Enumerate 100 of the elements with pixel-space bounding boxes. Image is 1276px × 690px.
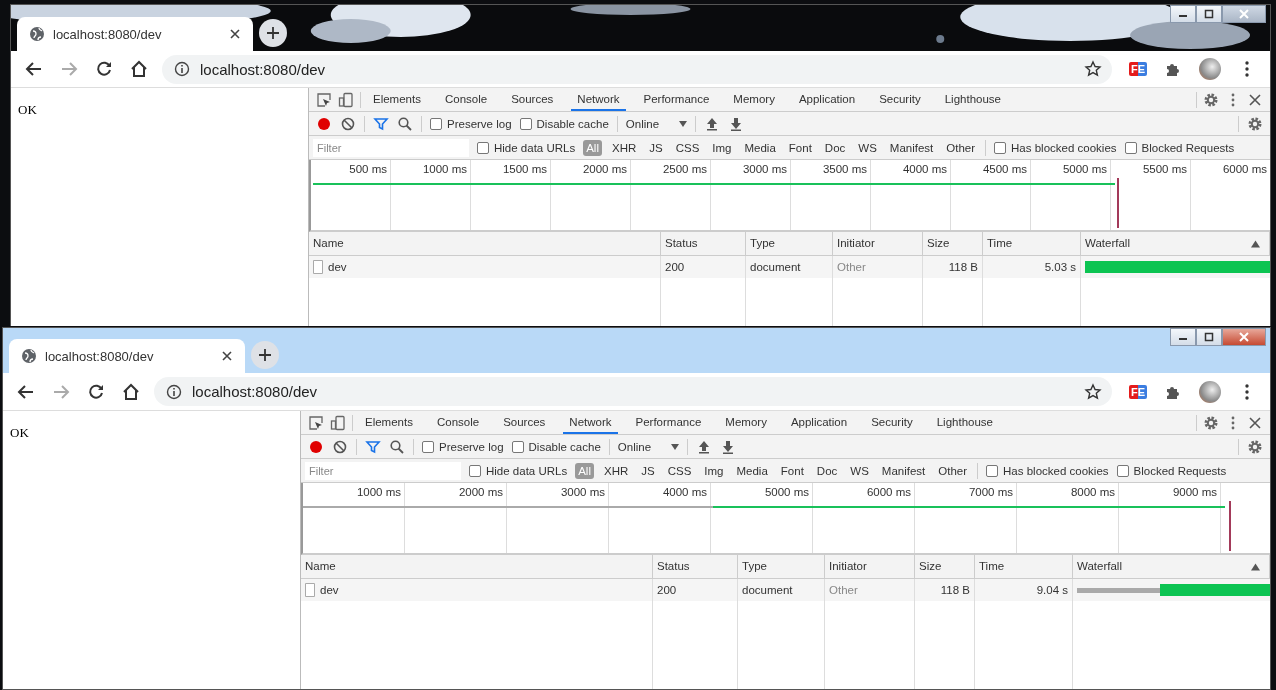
close-icon[interactable]	[229, 28, 241, 40]
star-icon[interactable]	[1083, 60, 1102, 78]
checkbox[interactable]	[477, 141, 489, 154]
close-icon[interactable]	[221, 350, 233, 362]
maximize-button[interactable]	[1196, 328, 1222, 346]
device-toolbar-icon[interactable]	[330, 414, 346, 431]
devtools-tab[interactable]: Elements	[367, 88, 427, 111]
settings-icon[interactable]	[1203, 91, 1219, 108]
devtools-tab[interactable]: Sources	[505, 88, 560, 111]
devtools-tab[interactable]: Memory	[727, 88, 781, 111]
resource-type-filter[interactable]: Doc	[821, 139, 849, 156]
close-window-button[interactable]	[1222, 328, 1266, 346]
column-header[interactable]: Type	[746, 232, 833, 255]
inspect-element-icon[interactable]	[308, 414, 324, 431]
column-header[interactable]: Status	[661, 232, 746, 255]
column-header[interactable]: Time	[983, 232, 1081, 255]
device-toolbar-icon[interactable]	[338, 91, 354, 108]
search-icon[interactable]	[389, 438, 405, 455]
resource-type-filter[interactable]: Manifest	[886, 139, 937, 156]
column-header[interactable]: Size	[923, 232, 983, 255]
resource-type-filter[interactable]: Media	[741, 139, 779, 156]
close-icon[interactable]	[1247, 414, 1263, 431]
close-icon[interactable]	[1247, 91, 1263, 108]
reload-icon[interactable]	[87, 382, 105, 401]
resource-type-filter[interactable]: Font	[785, 139, 815, 156]
filter-field[interactable]: Filter	[313, 138, 469, 157]
address-bar[interactable]: localhost:8080/dev	[154, 377, 1112, 406]
checkbox[interactable]	[469, 464, 481, 477]
filter-field[interactable]: Filter	[305, 461, 461, 480]
throttling-dropdown[interactable]: Online	[617, 440, 680, 453]
devtools-tab[interactable]: Memory	[719, 411, 773, 434]
checkbox[interactable]	[519, 117, 532, 130]
info-icon[interactable]	[166, 383, 182, 400]
star-icon[interactable]	[1083, 382, 1102, 401]
resource-type-filter[interactable]: Manifest	[878, 462, 929, 479]
throttling-dropdown[interactable]: Online	[625, 117, 688, 130]
resource-type-filter[interactable]: WS	[847, 462, 872, 479]
checkbox[interactable]	[986, 464, 999, 477]
home-icon[interactable]	[130, 60, 148, 78]
filter-icon[interactable]	[365, 438, 381, 455]
column-header[interactable]: Time	[975, 555, 1073, 578]
resource-type-filter[interactable]: Img	[701, 462, 727, 479]
clear-icon[interactable]	[332, 438, 348, 455]
extension-badge[interactable]: FE	[1128, 384, 1147, 399]
record-icon[interactable]	[308, 438, 324, 455]
record-icon[interactable]	[316, 115, 332, 132]
request-name[interactable]: dev	[320, 579, 339, 601]
back-arrow-icon[interactable]	[25, 60, 43, 78]
settings-icon[interactable]	[1247, 438, 1263, 455]
checkbox[interactable]	[1124, 141, 1137, 154]
browser-tab[interactable]: localhost:8080/dev	[17, 17, 253, 51]
browser-tab[interactable]: localhost:8080/dev	[9, 339, 245, 373]
devtools-tab[interactable]: Sources	[497, 411, 552, 434]
filter-icon[interactable]	[373, 115, 389, 132]
resource-type-filter[interactable]: XHR	[608, 139, 640, 156]
resource-type-filter[interactable]: CSS	[664, 462, 695, 479]
devtools-tab[interactable]: Performance	[629, 411, 708, 434]
sort-ascending-icon[interactable]	[1251, 240, 1260, 248]
resource-type-filter[interactable]: WS	[855, 139, 880, 156]
column-header[interactable]: Size	[915, 555, 975, 578]
devtools-tab[interactable]: Lighthouse	[930, 411, 999, 434]
new-tab-button[interactable]	[251, 341, 279, 369]
settings-icon[interactable]	[1203, 414, 1219, 431]
column-header[interactable]: Type	[738, 555, 825, 578]
reload-icon[interactable]	[95, 60, 113, 78]
column-header[interactable]: Initiator	[825, 555, 915, 578]
devtools-tab[interactable]: Application	[792, 88, 862, 111]
devtools-tab[interactable]: Application	[784, 411, 854, 434]
devtools-tab[interactable]: Lighthouse	[938, 88, 1007, 111]
resource-type-filter[interactable]: Doc	[813, 462, 841, 479]
devtools-tab[interactable]: Security	[873, 88, 927, 111]
inspect-element-icon[interactable]	[316, 91, 332, 108]
resource-type-filter[interactable]: CSS	[672, 139, 703, 156]
devtools-tab[interactable]: Console	[438, 88, 494, 111]
checkbox[interactable]	[994, 141, 1007, 154]
checkbox[interactable]	[1116, 464, 1129, 477]
resource-type-filter[interactable]: JS	[646, 139, 666, 156]
column-header[interactable]: Initiator	[833, 232, 923, 255]
devtools-tab[interactable]: Performance	[637, 88, 716, 111]
clear-icon[interactable]	[340, 115, 356, 132]
avatar[interactable]	[1199, 58, 1221, 80]
resource-type-filter[interactable]: Img	[709, 139, 735, 156]
maximize-button[interactable]	[1196, 5, 1222, 23]
minimize-button[interactable]	[1170, 328, 1196, 346]
column-header[interactable]: Name	[309, 232, 661, 255]
avatar[interactable]	[1199, 380, 1221, 403]
resource-type-filter[interactable]: Media	[733, 462, 771, 479]
back-arrow-icon[interactable]	[17, 382, 35, 401]
info-icon[interactable]	[174, 61, 190, 77]
address-bar[interactable]: localhost:8080/dev	[162, 54, 1112, 84]
resource-type-filter[interactable]: Other	[943, 139, 979, 156]
devtools-tab[interactable]: Security	[865, 411, 919, 434]
sort-ascending-icon[interactable]	[1251, 563, 1260, 571]
search-icon[interactable]	[397, 115, 413, 132]
resource-type-filter[interactable]: XHR	[600, 462, 632, 479]
checkbox[interactable]	[511, 440, 524, 453]
devtools-tab[interactable]: Console	[430, 411, 486, 434]
settings-icon[interactable]	[1247, 115, 1263, 132]
extension-badge[interactable]: FE	[1128, 62, 1147, 76]
checkbox[interactable]	[430, 117, 442, 130]
